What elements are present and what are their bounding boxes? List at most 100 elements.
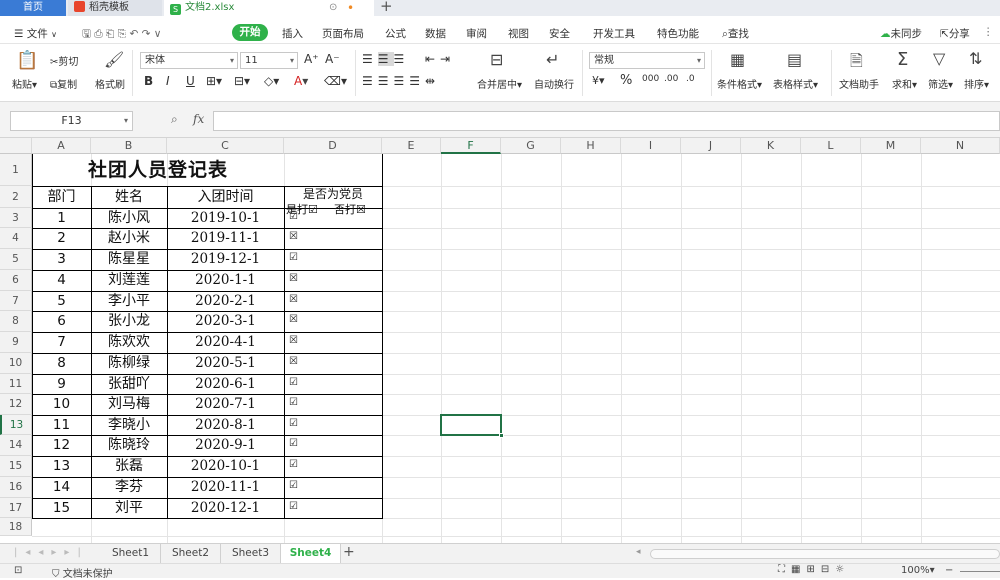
- active-cell-selection[interactable]: [440, 414, 502, 436]
- column-header-g[interactable]: G: [501, 138, 561, 154]
- horizontal-align-icons[interactable]: ☰☰☰☰⇹: [362, 74, 440, 88]
- status-icon[interactable]: ⊡: [14, 565, 22, 576]
- menu-special[interactable]: 特色功能: [657, 26, 699, 41]
- table-cell-dept[interactable]: 10: [32, 394, 91, 415]
- table-cell-date[interactable]: 2020-9-1: [167, 435, 284, 456]
- sort-button[interactable]: 排序▾: [964, 76, 989, 91]
- table-cell-dept[interactable]: 3: [32, 249, 91, 270]
- column-header-n[interactable]: N: [921, 138, 1000, 154]
- currency-icon[interactable]: ¥▾: [592, 74, 605, 87]
- table-cell-date[interactable]: 2020-11-1: [167, 477, 284, 498]
- copy-button[interactable]: ⧉复制: [50, 76, 77, 91]
- row-header-4[interactable]: 4: [0, 228, 32, 249]
- header-party-legend-no[interactable]: 否打☒: [334, 202, 382, 217]
- sheet-nav-icons[interactable]: |◂◂▸▸|: [14, 547, 89, 558]
- wrap-text-icon[interactable]: ↵: [546, 50, 559, 69]
- zoom-slider[interactable]: [960, 571, 1000, 572]
- row-header-3[interactable]: 3: [0, 208, 32, 228]
- underline-button[interactable]: U: [186, 74, 195, 88]
- row-header-10[interactable]: 10: [0, 353, 32, 374]
- row-header-2[interactable]: 2: [0, 186, 32, 208]
- spreadsheet-grid[interactable]: A B C D E F G H I J K L M N 1 2 3 4 5 6 7 8 9 10 11 12 13 14 15 16 17 1…: [0, 138, 1000, 543]
- column-header-i[interactable]: I: [621, 138, 681, 154]
- border-icon[interactable]: ⊞▾: [206, 74, 222, 88]
- zoom-search-icon[interactable]: ⌕: [171, 112, 178, 127]
- column-header-c[interactable]: C: [167, 138, 284, 154]
- row-header-5[interactable]: 5: [0, 249, 32, 270]
- format-painter-button[interactable]: 格式刷: [95, 76, 125, 91]
- doc-assistant-button[interactable]: 文档助手: [839, 76, 879, 91]
- font-grow-icon[interactable]: A⁺: [304, 52, 319, 66]
- menu-review[interactable]: 审阅: [466, 26, 487, 41]
- quick-access-icons[interactable]: 🖫 ⎙ ⎗ ⎘ ↶ ↷ ∨: [82, 26, 161, 44]
- header-dept[interactable]: 部门: [32, 186, 91, 208]
- menu-data[interactable]: 数据: [425, 26, 446, 41]
- header-name[interactable]: 姓名: [91, 186, 167, 208]
- vertical-align-icons[interactable]: ☰☰☰: [362, 52, 409, 66]
- table-cell-name[interactable]: 陈柳绿: [91, 353, 167, 374]
- row-header-16[interactable]: 16: [0, 477, 32, 498]
- table-cell-date[interactable]: 2020-2-1: [167, 291, 284, 311]
- party-checkbox[interactable]: ☑: [289, 252, 298, 264]
- table-cell-dept[interactable]: 9: [32, 374, 91, 394]
- table-cell-name[interactable]: 刘马梅: [91, 394, 167, 415]
- menu-formula[interactable]: 公式: [385, 26, 406, 41]
- menu-security[interactable]: 安全: [549, 26, 570, 41]
- column-header-d[interactable]: D: [284, 138, 382, 154]
- fill-handle[interactable]: [499, 433, 504, 438]
- decrease-decimal-icon[interactable]: .0: [686, 74, 695, 84]
- table-cell-dept[interactable]: 6: [32, 311, 91, 332]
- menu-page-layout[interactable]: 页面布局: [322, 26, 364, 41]
- table-cell-dept[interactable]: 8: [32, 353, 91, 374]
- conditional-format-icon[interactable]: ▦: [730, 50, 745, 69]
- table-cell-date[interactable]: 2020-4-1: [167, 332, 284, 353]
- table-style-icon[interactable]: ▤: [787, 50, 802, 69]
- fx-icon[interactable]: fx: [193, 112, 204, 126]
- thousands-icon[interactable]: 000: [642, 74, 659, 84]
- merge-icon[interactable]: ⊟: [490, 50, 503, 69]
- italic-button[interactable]: I: [166, 74, 170, 88]
- row-header-14[interactable]: 14: [0, 435, 32, 456]
- column-header-a[interactable]: A: [32, 138, 91, 154]
- number-format-select[interactable]: 常规: [589, 52, 705, 69]
- party-checkbox[interactable]: ☒: [289, 294, 298, 306]
- clear-format-icon[interactable]: ⌫▾: [324, 74, 347, 88]
- table-cell-date[interactable]: 2020-1-1: [167, 270, 284, 291]
- table-cell-dept[interactable]: 13: [32, 456, 91, 477]
- paste-icon[interactable]: 📋: [16, 50, 38, 71]
- header-party-title[interactable]: 是否为党员: [284, 187, 382, 202]
- sum-icon[interactable]: Σ: [897, 49, 908, 70]
- party-checkbox[interactable]: ☒: [289, 314, 298, 326]
- menu-start[interactable]: 开始: [232, 24, 268, 41]
- table-cell-date[interactable]: 2019-10-1: [167, 208, 284, 228]
- table-cell-date[interactable]: 2020-7-1: [167, 394, 284, 415]
- row-header-7[interactable]: 7: [0, 291, 32, 311]
- table-cell-dept[interactable]: 12: [32, 435, 91, 456]
- row-header-8[interactable]: 8: [0, 311, 32, 332]
- table-cell-name[interactable]: 陈晓玲: [91, 435, 167, 456]
- zoom-level[interactable]: 100%▾: [901, 565, 935, 576]
- party-checkbox[interactable]: ☑: [289, 480, 298, 492]
- fill-color-icon[interactable]: ◇▾: [264, 74, 279, 88]
- menu-search[interactable]: ⌕查找: [722, 26, 749, 41]
- sum-button[interactable]: 求和▾: [892, 76, 917, 91]
- party-checkbox[interactable]: ☒: [289, 356, 298, 368]
- table-cell-date[interactable]: 2019-12-1: [167, 249, 284, 270]
- font-shrink-icon[interactable]: A⁻: [325, 52, 340, 66]
- menu-file[interactable]: ☰ 文件 ∨: [14, 26, 57, 41]
- table-cell-date[interactable]: 2019-11-1: [167, 228, 284, 249]
- font-color-icon[interactable]: A▾: [294, 74, 308, 88]
- row-header-6[interactable]: 6: [0, 270, 32, 291]
- share-button[interactable]: ⇱分享: [940, 26, 970, 41]
- table-cell-dept[interactable]: 5: [32, 291, 91, 311]
- column-header-m[interactable]: M: [861, 138, 921, 154]
- table-cell-name[interactable]: 赵小米: [91, 228, 167, 249]
- party-checkbox[interactable]: ☒: [289, 231, 298, 243]
- table-cell-dept[interactable]: 2: [32, 228, 91, 249]
- horizontal-scrollbar[interactable]: [650, 549, 1000, 559]
- doc-assistant-icon[interactable]: 🗎: [850, 50, 863, 77]
- brush-icon[interactable]: 🖌: [104, 50, 124, 69]
- add-sheet-button[interactable]: +: [343, 544, 355, 560]
- sheet-tab-1[interactable]: Sheet1: [101, 544, 161, 563]
- indent-icons[interactable]: ⇤⇥: [425, 52, 455, 66]
